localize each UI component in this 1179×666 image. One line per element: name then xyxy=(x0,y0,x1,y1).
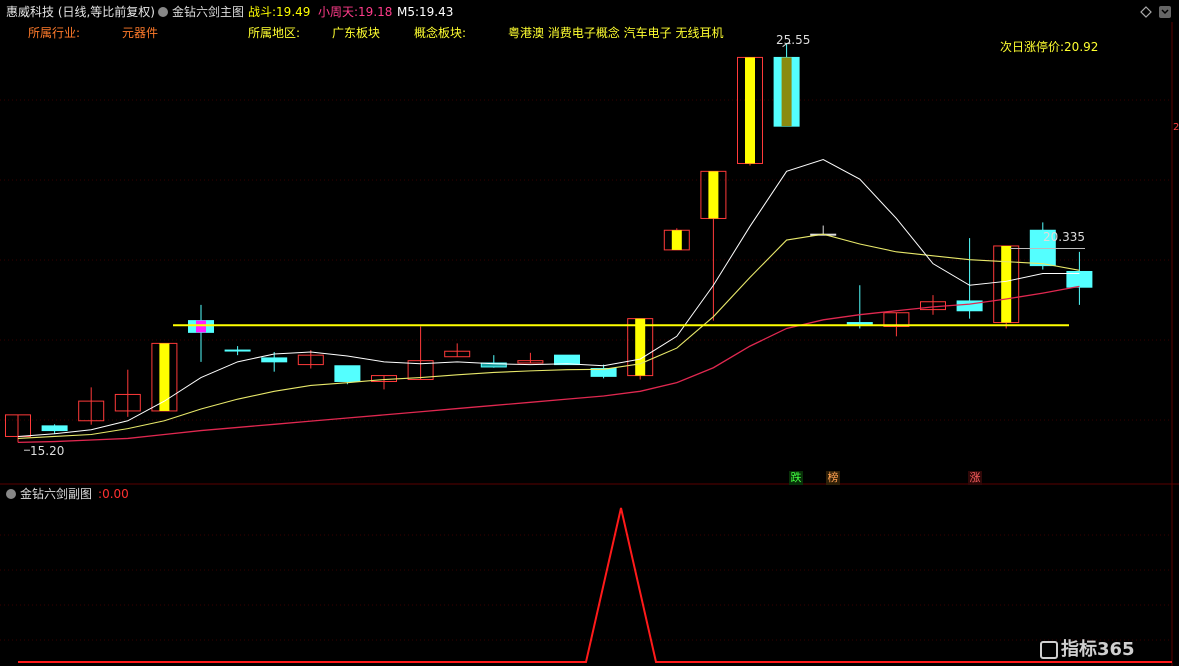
low-price-label: 15.20 xyxy=(30,444,65,458)
candle-body xyxy=(224,349,251,352)
high-price-label: 25.55 xyxy=(776,33,811,47)
candle-body xyxy=(554,354,580,366)
candle-highlight xyxy=(708,171,719,219)
candles xyxy=(5,43,1093,443)
candle-highlight xyxy=(196,320,206,333)
badge-list: 榜 xyxy=(826,471,840,485)
sub-chart-title[interactable]: 金钻六剑副图:0.00 xyxy=(6,486,129,502)
edge-mark: 2 xyxy=(1173,122,1179,133)
sub-chart-line xyxy=(18,507,1172,663)
candle-highlight xyxy=(635,318,646,376)
settings-icon xyxy=(6,489,16,499)
brand-logo-icon xyxy=(1040,641,1058,659)
candle-body xyxy=(261,357,288,363)
candle-body xyxy=(334,365,361,382)
candle-body xyxy=(41,425,68,432)
brand-watermark: 指标365 xyxy=(1040,640,1135,660)
sub-signal-line xyxy=(18,507,1172,663)
candle-highlight xyxy=(781,57,792,127)
chart-canvas[interactable] xyxy=(0,0,1179,666)
badge-down: 跌 xyxy=(789,471,803,485)
candle-highlight xyxy=(1001,245,1012,323)
candle-highlight xyxy=(745,57,755,164)
candle-highlight xyxy=(671,230,682,250)
right-price-label: 20.335 xyxy=(1043,230,1085,244)
badge-up: 涨 xyxy=(968,471,982,485)
